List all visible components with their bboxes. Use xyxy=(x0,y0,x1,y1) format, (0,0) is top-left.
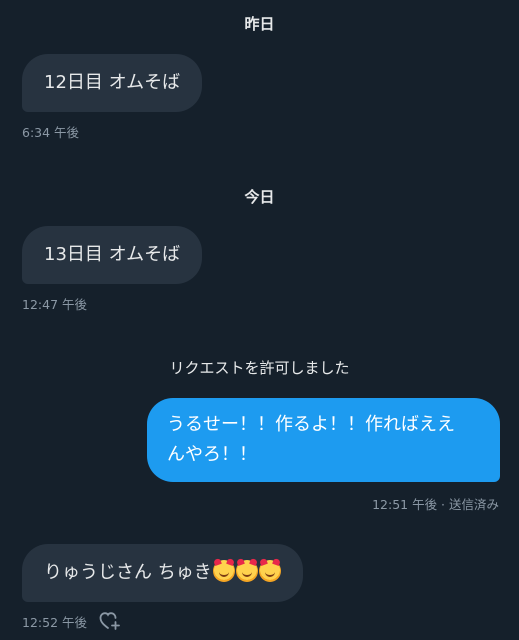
request-accepted-notice: リクエストを許可しました xyxy=(169,359,350,377)
date-separator-today: 今日 xyxy=(244,188,275,206)
message-text: りゅうじさん ちゅき xyxy=(44,562,212,583)
dm-conversation: 昨日 12日目 オムそば 6:34 午後 今日 13日目 オムそば 12:47 … xyxy=(0,0,519,640)
message-bubble-incoming[interactable]: りゅうじさん ちゅき xyxy=(22,544,303,602)
message-timestamp: 12:52 午後 xyxy=(22,614,87,630)
heart-plus-icon[interactable] xyxy=(99,611,121,631)
date-separator-yesterday: 昨日 xyxy=(244,15,275,33)
message-meta-row: 12:52 午後 xyxy=(22,611,121,631)
message-bubble-incoming[interactable]: 13日目 オムそば xyxy=(22,226,203,284)
message-text-line: うるせー！！作るよ！！作ればええ xyxy=(167,414,455,435)
smiling-face-with-hearts-icon xyxy=(212,560,235,582)
smiling-face-with-hearts-icon xyxy=(235,560,258,582)
message-timestamp: 12:47 午後 xyxy=(22,297,87,312)
message-timestamp: 6:34 午後 xyxy=(22,125,80,140)
message-timestamp-status: 12:51 午後 · 送信済み xyxy=(372,497,499,512)
message-bubble-incoming[interactable]: 12日目 オムそば xyxy=(22,54,203,112)
message-text-line: んやろ！！ xyxy=(167,444,257,465)
message-bubble-outgoing[interactable]: うるせー！！作るよ！！作ればええ んやろ！！ xyxy=(147,398,500,482)
smiling-face-with-hearts-icon xyxy=(258,560,281,582)
